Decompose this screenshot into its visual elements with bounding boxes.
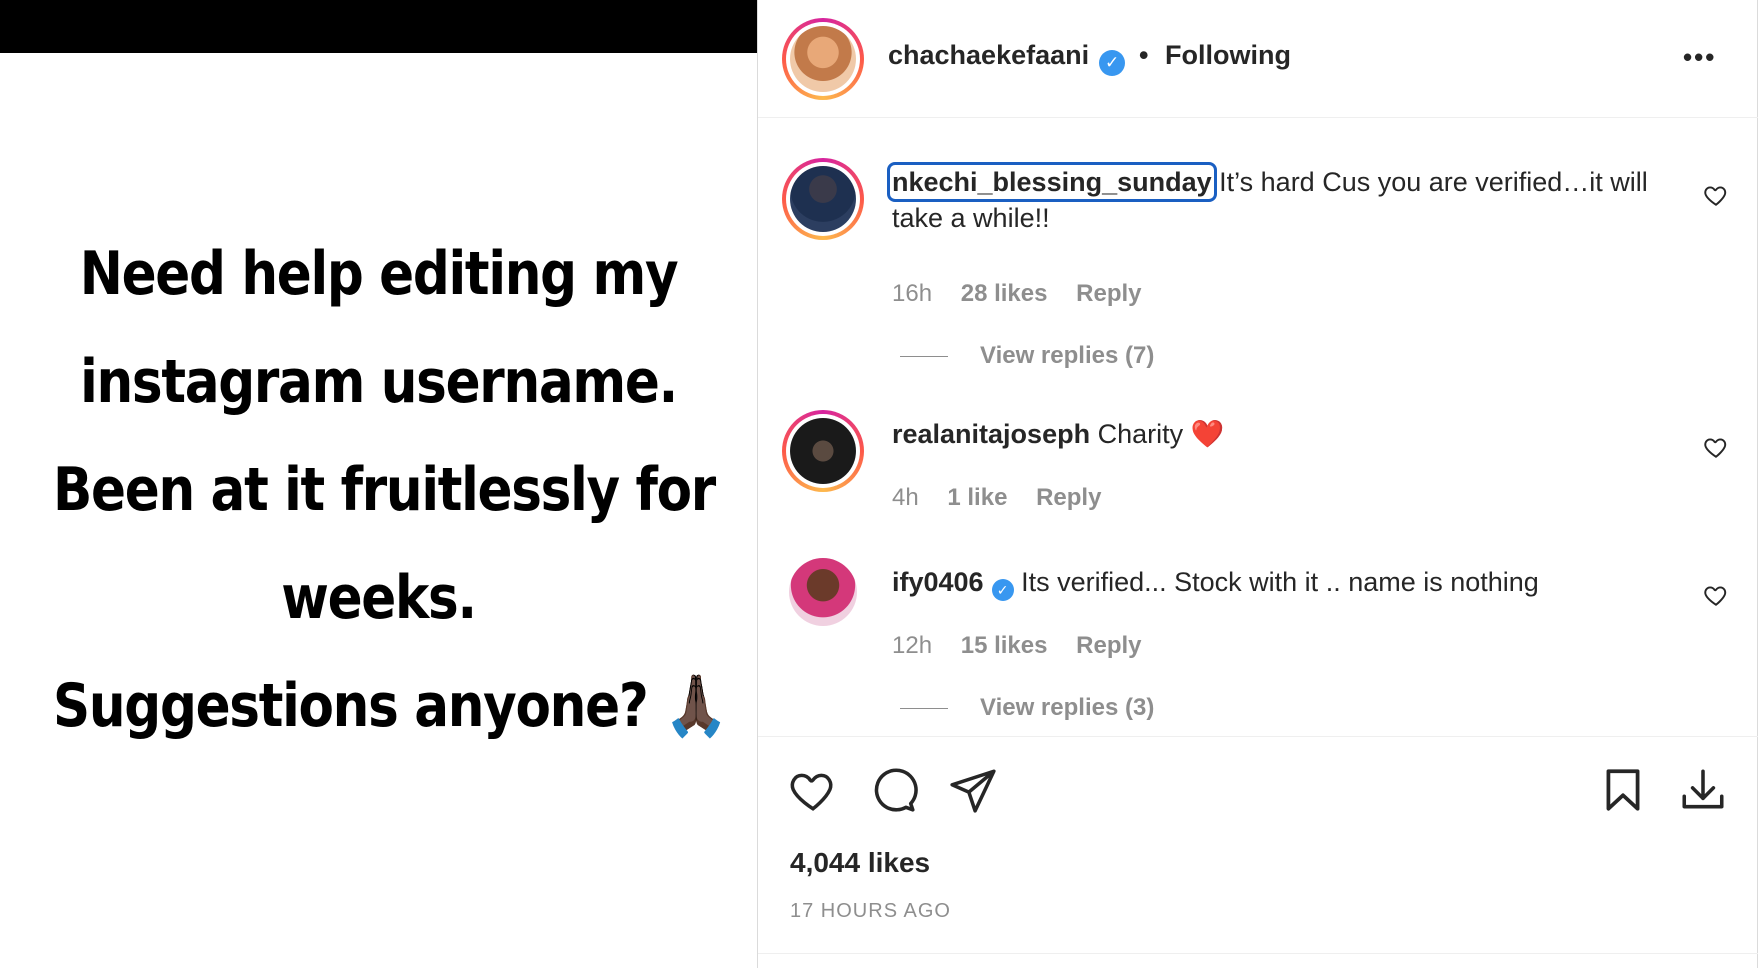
reply-button[interactable]: Reply [1076, 280, 1141, 307]
comment-meta: 12h 15 likes Reply [892, 632, 1164, 660]
view-replies-button[interactable]: View replies (3) [900, 694, 1154, 722]
comment-text: Charity ❤️ [1097, 419, 1225, 449]
post-header: chachaekefaani ✓ • Following ••• [758, 0, 1758, 118]
comment-bubble-icon[interactable] [868, 765, 918, 815]
post-text-line: Need help editing my [79, 239, 679, 309]
post-timestamp: 17 HOURS AGO [790, 900, 951, 922]
comment-username[interactable]: realanitajoseph [892, 419, 1090, 449]
likes-count[interactable]: 4,044 likes [790, 847, 930, 879]
comment-meta: 4h 1 like Reply [892, 484, 1123, 512]
comment-time: 4h [892, 484, 919, 511]
reply-button[interactable]: Reply [1036, 484, 1101, 511]
comment-meta: 16h 28 likes Reply [892, 280, 1164, 308]
comment-likes[interactable]: 1 like [947, 484, 1007, 511]
post-media: Need help editing my instagram username.… [0, 0, 757, 968]
comments-list[interactable]: nkechi_blessing_sunday It’s hard Cus you… [758, 118, 1758, 736]
comment-username[interactable]: ify0406 ✓ [892, 567, 1014, 601]
post-image-text: Need help editing my instagram username.… [52, 220, 728, 760]
comment-text-block: realanitajoseph Charity ❤️ [892, 416, 1672, 452]
post-actions: 4,044 likes 17 HOURS AGO [758, 736, 1758, 968]
like-heart-icon[interactable] [788, 765, 838, 815]
post-side-panel: chachaekefaani ✓ • Following ••• nkechi_b… [757, 0, 1758, 968]
replies-divider [900, 708, 948, 710]
download-icon[interactable] [1678, 765, 1728, 815]
comment-text-block: ify0406 ✓ Its verified... Stock with it .… [892, 564, 1672, 601]
author-username[interactable]: chachaekefaani ✓ [888, 40, 1126, 76]
comment-likes[interactable]: 15 likes [961, 632, 1048, 659]
header-separator: • [1139, 40, 1149, 70]
comment-text: Its verified... Stock with it .. name is… [1021, 567, 1539, 597]
like-comment-heart-icon[interactable] [1703, 582, 1729, 608]
author-avatar[interactable] [782, 18, 864, 100]
replies-divider [900, 356, 948, 358]
comment-time: 12h [892, 632, 933, 659]
comment-text-block: nkechi_blessing_sunday It’s hard Cus you… [887, 162, 1672, 236]
like-comment-heart-icon[interactable] [1703, 434, 1729, 460]
view-replies-button[interactable]: View replies (7) [900, 342, 1154, 370]
comment-username[interactable]: nkechi_blessing_sunday [887, 162, 1217, 202]
comment-time: 16h [892, 280, 933, 307]
verified-badge-icon: ✓ [991, 579, 1014, 601]
bottom-divider [758, 953, 1758, 954]
post-text-line: Suggestions anyone? 🙏🏿 [52, 671, 728, 741]
verified-badge-icon: ✓ [1099, 50, 1126, 76]
commenter-avatar[interactable] [789, 558, 857, 626]
post-text-line: instagram username. [80, 347, 678, 417]
share-paper-plane-icon[interactable] [948, 765, 998, 815]
reply-button[interactable]: Reply [1076, 632, 1141, 659]
commenter-avatar[interactable] [782, 410, 864, 492]
media-top-bar [0, 0, 757, 53]
commenter-avatar[interactable] [782, 158, 864, 240]
more-options-icon[interactable]: ••• [1683, 42, 1716, 73]
like-comment-heart-icon[interactable] [1703, 182, 1729, 208]
comment-likes[interactable]: 28 likes [961, 280, 1048, 307]
save-bookmark-icon[interactable] [1598, 765, 1648, 815]
post-text-line: weeks. [281, 563, 477, 633]
following-button[interactable]: Following [1165, 40, 1291, 71]
post-text-line: Been at it fruitlessly for [52, 455, 716, 525]
